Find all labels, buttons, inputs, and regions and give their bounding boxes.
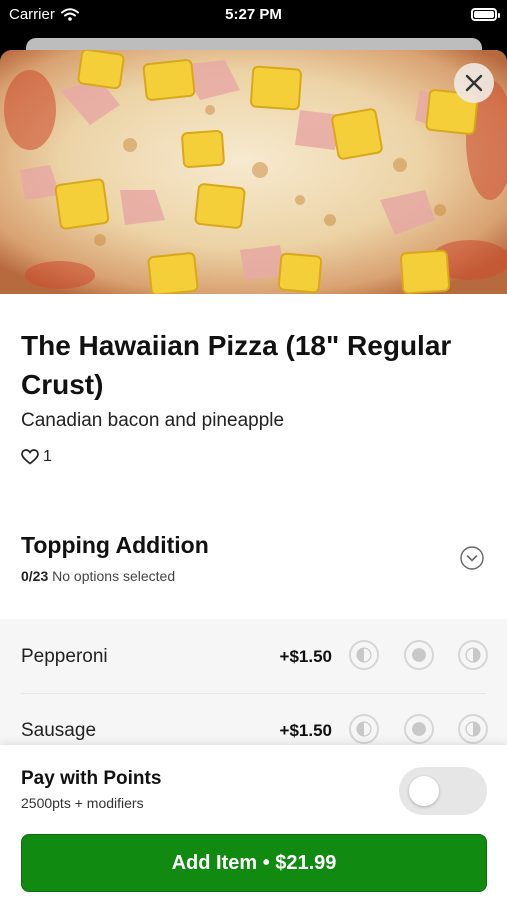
modifier-group-title: Topping Addition — [21, 532, 209, 558]
pay-with-points-toggle[interactable] — [399, 767, 487, 815]
pay-with-points-subtitle: 2500pts + modifiers — [21, 795, 144, 811]
selection-count: 0/23 — [21, 568, 49, 584]
selection-status: No options selected — [52, 568, 176, 584]
right-half-icon[interactable] — [458, 640, 488, 670]
option-price: +$1.50 — [279, 721, 332, 740]
pizza-image — [0, 50, 507, 294]
option-price: +$1.50 — [279, 647, 332, 666]
heart-icon — [21, 449, 39, 465]
left-half-icon[interactable] — [349, 640, 379, 670]
right-half-icon[interactable] — [458, 714, 488, 744]
add-item-button[interactable]: Add Item • $21.99 — [21, 834, 487, 892]
item-description: Canadian bacon and pineapple — [21, 410, 285, 431]
battery-icon — [471, 8, 500, 21]
close-icon — [465, 74, 483, 92]
clock: 5:27 PM — [225, 6, 282, 23]
option-name: Sausage — [21, 720, 97, 741]
pay-with-points-title: Pay with Points — [21, 768, 162, 789]
checkout-footer: Pay with Points 2500pts + modifiers Add … — [0, 745, 507, 900]
whole-icon[interactable] — [404, 714, 434, 744]
modifier-group-status: 0/23 No options selected — [21, 568, 175, 584]
likes[interactable]: 1 — [21, 448, 52, 466]
toggle-knob — [409, 776, 439, 806]
close-button[interactable] — [454, 63, 494, 103]
chevron-down-icon[interactable] — [460, 546, 484, 570]
whole-icon[interactable] — [404, 640, 434, 670]
left-half-icon[interactable] — [349, 714, 379, 744]
option-row-pepperoni: Pepperoni +$1.50 — [0, 619, 507, 693]
option-name: Pepperoni — [21, 646, 108, 667]
status-bar: Carrier 5:27 PM — [0, 0, 507, 34]
item-title: The Hawaiian Pizza (18" Regular Crust) — [21, 330, 452, 400]
likes-count: 1 — [43, 448, 52, 465]
item-detail-sheet: The Hawaiian Pizza (18" Regular Crust) C… — [0, 50, 507, 900]
